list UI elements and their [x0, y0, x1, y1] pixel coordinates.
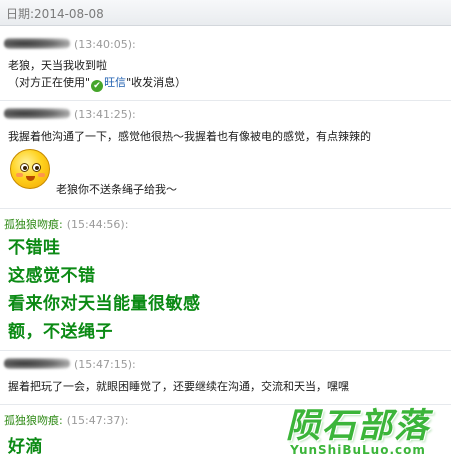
site-watermark: 陨石部落 YunShiBuLuo.com	[268, 398, 448, 464]
message-text: 握着把玩了一会，就眼困睡觉了，还要继续在沟通，交流和天当，嘿嘿	[8, 380, 349, 393]
chat-message: (13:40:05): 老狼，天当我收到啦 （对方正在使用" ✔ 旺信"收发消息）	[0, 30, 451, 98]
chat-message: 孤独狼吻痕: (15:44:56): 不错哇 这感觉不错 看来你对天当能量很敏感 …	[0, 208, 451, 348]
date-header: 日期:2014-08-08	[0, 0, 451, 26]
sender-name-redacted	[4, 38, 70, 49]
message-text-large: 这感觉不错	[8, 266, 96, 286]
sender-client-status: （对方正在使用" ✔ 旺信"收发消息）	[8, 74, 186, 92]
sender-name: 孤独狼吻痕:	[4, 414, 63, 427]
shy-face-emoticon-icon	[10, 149, 50, 189]
wangxin-link[interactable]: 旺信	[104, 76, 126, 89]
wangxin-shield-icon: ✔	[91, 80, 104, 92]
message-time: (15:44:56):	[66, 218, 129, 231]
watermark-url: YunShiBuLuo.com	[290, 443, 426, 457]
emoticon-caption: 老狼你不送条绳子给我～	[56, 183, 177, 196]
chat-message: (13:41:25): 我握着他沟通了一下，感觉他很热～我握着也有像被电的感觉，…	[0, 100, 451, 206]
message-text: 我握着他沟通了一下，感觉他很热～我握着也有像被电的感觉，有点辣辣的	[8, 130, 371, 143]
message-time: (15:47:15):	[74, 358, 136, 371]
sender-name: 孤独狼吻痕:	[4, 218, 63, 231]
message-meta: (15:47:15):	[4, 358, 136, 371]
message-meta: (13:41:25):	[4, 108, 136, 121]
message-time: (15:47:37):	[66, 414, 129, 427]
message-meta: 孤独狼吻痕: (15:44:56):	[4, 216, 128, 232]
sender-name-redacted	[4, 108, 70, 119]
message-meta: 孤独狼吻痕: (15:47:37):	[4, 412, 128, 428]
chat-message: (15:47:15): 握着把玩了一会，就眼困睡觉了，还要继续在沟通，交流和天当…	[0, 350, 451, 402]
status-suffix: "收发消息）	[126, 76, 187, 89]
message-time: (13:40:05):	[74, 38, 136, 51]
watermark-title: 陨石部落	[286, 406, 430, 446]
status-prefix: （对方正在使用"	[8, 76, 91, 89]
sender-name-redacted	[4, 358, 70, 369]
message-text-large: 额，不送绳子	[8, 322, 113, 342]
message-text: 老狼，天当我收到啦	[8, 59, 107, 72]
message-text-large: 看来你对天当能量很敏感	[8, 294, 201, 314]
message-meta: (13:40:05):	[4, 38, 136, 51]
message-text-large: 不错哇	[8, 238, 61, 258]
message-text-large: 好滴	[8, 437, 43, 457]
message-time: (13:41:25):	[74, 108, 136, 121]
